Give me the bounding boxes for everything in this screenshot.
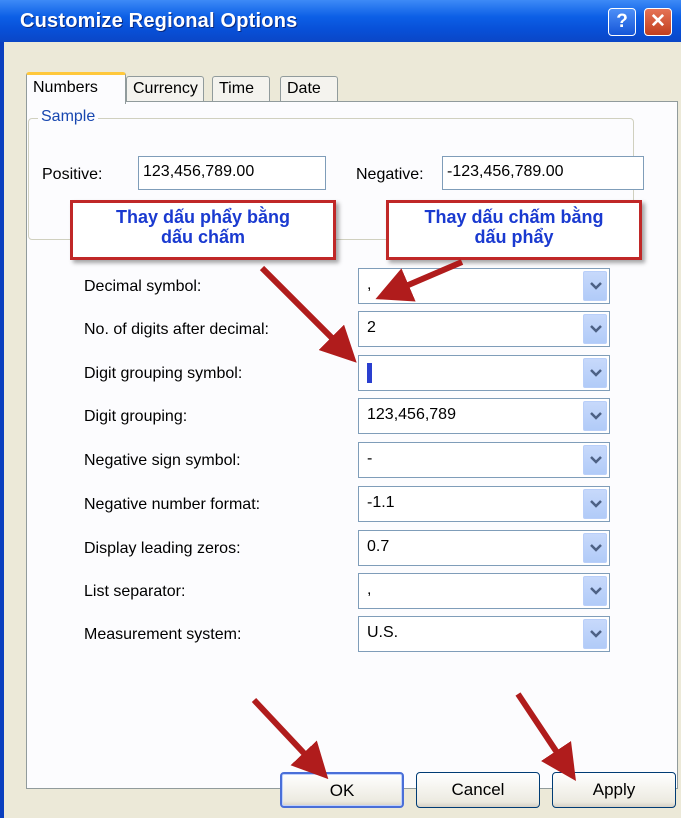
dialog-window: Customize Regional Options ? ✕ Numbers C… <box>0 0 681 818</box>
digit-grouping-label: Digit grouping: <box>84 408 188 425</box>
digits-after-decimal-label: No. of digits after decimal: <box>84 321 269 338</box>
apply-button[interactable]: Apply <box>552 772 676 808</box>
chevron-down-icon[interactable] <box>583 358 607 388</box>
tab-date[interactable]: Date <box>280 76 338 101</box>
digits-after-decimal-value: 2 <box>367 319 376 336</box>
annotation-right: Thay dấu chấm bằng dấu phẩy <box>386 200 642 260</box>
window-title: Customize Regional Options <box>20 10 298 32</box>
negative-sign-select[interactable]: - <box>358 442 610 478</box>
chevron-down-icon[interactable] <box>583 619 607 649</box>
digit-grouping-value: 123,456,789 <box>367 406 456 423</box>
chevron-down-icon[interactable] <box>583 576 607 606</box>
leading-zeros-select[interactable]: 0.7 <box>358 530 610 566</box>
text-cursor <box>367 363 372 383</box>
negative-sign-label: Negative sign symbol: <box>84 452 241 469</box>
title-bar[interactable]: Customize Regional Options ? ✕ <box>0 0 681 42</box>
tab-time[interactable]: Time <box>212 76 270 101</box>
chevron-down-icon[interactable] <box>583 314 607 344</box>
tab-numbers[interactable]: Numbers <box>26 72 126 104</box>
annotation-left: Thay dấu phẩy bằng dấu chấm <box>70 200 336 260</box>
digit-grouping-symbol-value <box>367 363 372 383</box>
annotation-left-line2: dấu chấm <box>160 227 246 247</box>
help-button[interactable]: ? <box>608 8 636 36</box>
sample-legend: Sample <box>38 108 99 126</box>
positive-sample-field: 123,456,789.00 <box>138 156 326 190</box>
tab-currency[interactable]: Currency <box>126 76 204 101</box>
measurement-system-label: Measurement system: <box>84 626 242 643</box>
chevron-down-icon[interactable] <box>583 445 607 475</box>
annotation-left-line1: Thay dấu phẩy bằng <box>115 207 291 227</box>
digit-grouping-symbol-select[interactable] <box>358 355 610 391</box>
digit-grouping-select[interactable]: 123,456,789 <box>358 398 610 434</box>
negative-label: Negative: <box>356 166 424 183</box>
dialog-client: Numbers Currency Time Date Sample Positi… <box>4 42 681 818</box>
chevron-down-icon[interactable] <box>583 401 607 431</box>
negative-format-label: Negative number format: <box>84 496 261 513</box>
negative-sample-field: -123,456,789.00 <box>442 156 644 190</box>
negative-format-value: -1.1 <box>367 494 395 511</box>
chevron-down-icon[interactable] <box>583 533 607 563</box>
list-separator-select[interactable]: , <box>358 573 610 609</box>
ok-button[interactable]: OK <box>280 772 404 808</box>
digits-after-decimal-select[interactable]: 2 <box>358 311 610 347</box>
measurement-system-value: U.S. <box>367 624 399 641</box>
list-separator-value: , <box>367 581 372 598</box>
list-separator-label: List separator: <box>84 583 186 600</box>
chevron-down-icon[interactable] <box>583 271 607 301</box>
negative-sign-value: - <box>367 450 373 467</box>
decimal-symbol-value: , <box>367 276 372 293</box>
cancel-button[interactable]: Cancel <box>416 772 540 808</box>
close-button[interactable]: ✕ <box>644 8 672 36</box>
measurement-system-select[interactable]: U.S. <box>358 616 610 652</box>
positive-label: Positive: <box>42 166 103 183</box>
negative-format-select[interactable]: -1.1 <box>358 486 610 522</box>
decimal-symbol-label: Decimal symbol: <box>84 278 202 295</box>
annotation-right-line2: dấu phẩy <box>474 227 554 247</box>
leading-zeros-label: Display leading zeros: <box>84 540 241 557</box>
decimal-symbol-select[interactable]: , <box>358 268 610 304</box>
annotation-right-line1: Thay dấu chấm bằng <box>424 207 604 227</box>
leading-zeros-value: 0.7 <box>367 538 390 555</box>
chevron-down-icon[interactable] <box>583 489 607 519</box>
digit-grouping-symbol-label: Digit grouping symbol: <box>84 365 243 382</box>
